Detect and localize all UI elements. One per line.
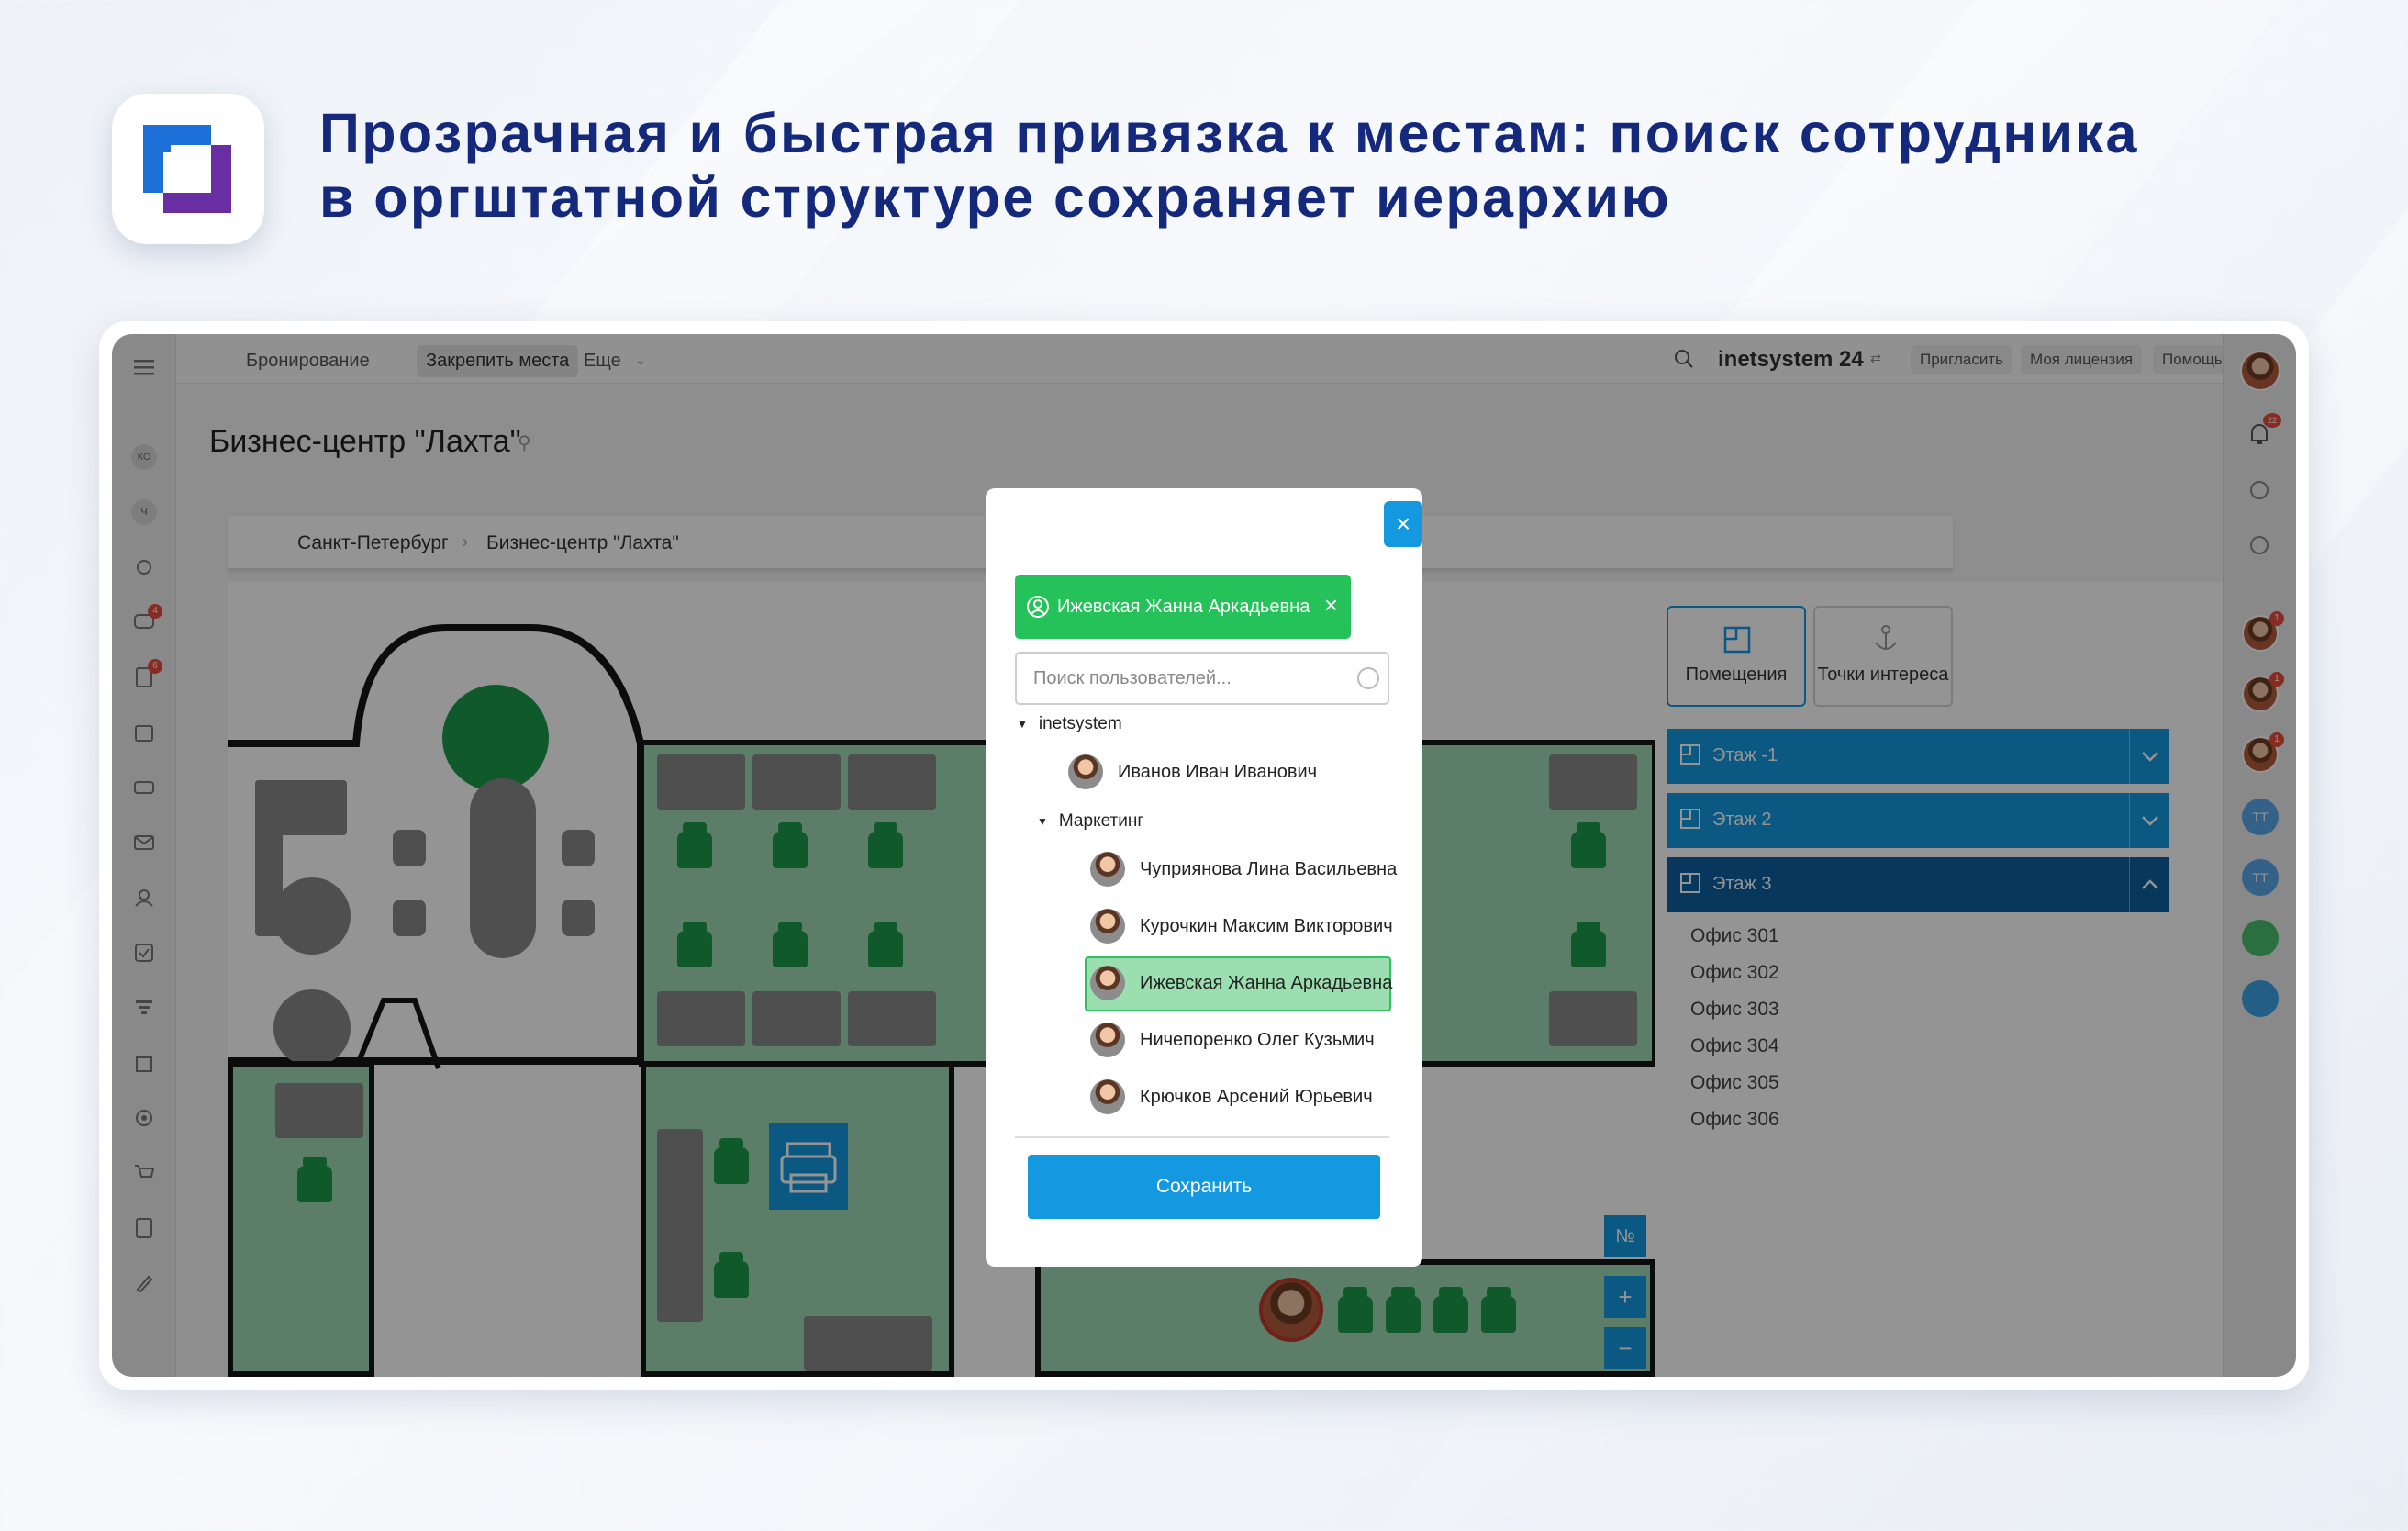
user-search-input[interactable]: Поиск пользователей... [1015, 652, 1389, 705]
app-logo [112, 94, 264, 244]
assign-user-modal: Ижевская Жанна Аркадьевна × Поиск пользо… [986, 488, 1422, 1267]
avatar [1090, 909, 1125, 944]
chip-remove-icon[interactable]: × [1324, 591, 1338, 620]
avatar [1068, 754, 1103, 789]
avatar [1090, 852, 1125, 887]
headline-line2: в оргштатной структуре сохраняет иерархи… [319, 166, 1671, 229]
headline-line1: Прозрачная и быстрая привязка к местам: … [319, 102, 2139, 164]
avatar [1090, 1079, 1125, 1114]
tree-user-selected[interactable]: Ижевская Жанна Аркадьевна [1090, 966, 1392, 1000]
tree-root[interactable]: ▼ inetsystem [1017, 714, 1122, 734]
headline: Прозрачная и быстрая привязка к местам: … [319, 101, 2139, 229]
caret-down-icon: ▼ [1037, 815, 1048, 828]
search-icon [1356, 666, 1382, 697]
tree-department[interactable]: ▼ Маркетинг [1037, 811, 1143, 832]
save-button[interactable]: Сохранить [1028, 1155, 1380, 1219]
selected-user-name: Ижевская Жанна Аркадьевна [1057, 597, 1310, 617]
tree-user[interactable]: Курочкин Максим Викторович [1090, 909, 1393, 944]
user-icon [1026, 595, 1050, 624]
tree-user[interactable]: Иванов Иван Иванович [1068, 754, 1317, 789]
tree-user[interactable]: Ничепоренко Олег Кузьмич [1090, 1023, 1375, 1057]
selected-user-chip[interactable]: Ижевская Жанна Аркадьевна × [1015, 575, 1351, 639]
divider [1015, 1136, 1389, 1138]
tree-user[interactable]: Чуприянова Лина Васильевна [1090, 852, 1397, 887]
caret-down-icon: ▼ [1017, 718, 1028, 731]
close-icon[interactable]: × [1384, 501, 1422, 547]
avatar [1090, 966, 1125, 1000]
avatar [1090, 1023, 1125, 1057]
tree-user[interactable]: Крючков Арсений Юрьевич [1090, 1079, 1373, 1114]
